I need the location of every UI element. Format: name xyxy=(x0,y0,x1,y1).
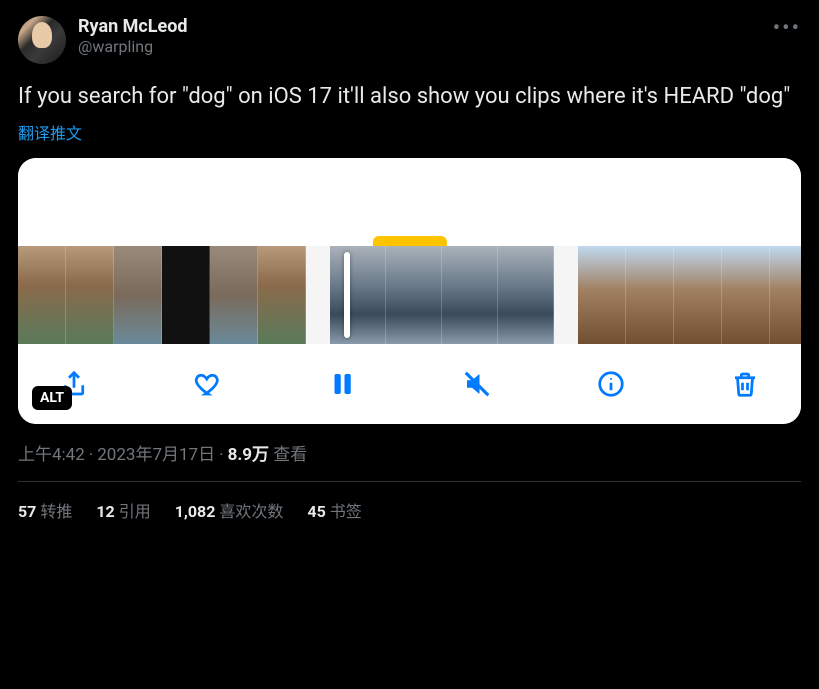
handle: @warpling xyxy=(78,37,188,56)
thumbnail[interactable] xyxy=(386,246,442,344)
media-spacer xyxy=(18,158,801,246)
heart-icon[interactable] xyxy=(190,366,226,402)
trash-icon[interactable] xyxy=(727,366,763,402)
thumbnail[interactable] xyxy=(66,246,114,344)
avatar[interactable] xyxy=(18,16,66,64)
thumbnail[interactable] xyxy=(210,246,258,344)
clip-group xyxy=(330,246,554,344)
mute-icon[interactable] xyxy=(459,366,495,402)
tweet-time[interactable]: 上午4:42 xyxy=(18,445,85,465)
alt-badge[interactable]: ALT xyxy=(32,386,72,410)
stat-quotes[interactable]: 12引用 xyxy=(96,498,150,522)
translate-link[interactable]: 翻译推文 xyxy=(18,120,82,144)
thumbnail[interactable] xyxy=(330,246,386,344)
views-count: 8.9万 xyxy=(228,445,269,465)
thumbnail[interactable] xyxy=(162,246,210,344)
stat-retweets[interactable]: 57转推 xyxy=(18,498,72,522)
thumbnail[interactable] xyxy=(18,246,66,344)
info-icon[interactable] xyxy=(593,366,629,402)
thumbnail[interactable] xyxy=(674,246,722,344)
video-timeline[interactable] xyxy=(18,246,801,344)
views-label: 查看 xyxy=(273,445,307,465)
pause-icon[interactable] xyxy=(324,366,360,402)
thumbnail[interactable] xyxy=(498,246,554,344)
media-toolbar xyxy=(18,344,801,424)
clip-group xyxy=(18,246,306,344)
thumbnail[interactable] xyxy=(442,246,498,344)
more-icon[interactable]: ••• xyxy=(773,16,801,41)
tweet-meta: 上午4:42·2023年7月17日·8.9万 查看 xyxy=(18,440,801,465)
clip-group xyxy=(578,246,801,344)
display-name: Ryan McLeod xyxy=(78,16,188,37)
tweet-text: If you search for "dog" on iOS 17 it'll … xyxy=(18,82,801,112)
thumbnail[interactable] xyxy=(626,246,674,344)
stats-row: 57转推 12引用 1,082喜欢次数 45书签 xyxy=(18,482,801,522)
author-block[interactable]: Ryan McLeod @warpling xyxy=(78,16,188,56)
thumbnail[interactable] xyxy=(770,246,801,344)
stat-bookmarks[interactable]: 45书签 xyxy=(307,498,361,522)
media-card[interactable]: "dog" xyxy=(18,158,801,424)
tweet-header: Ryan McLeod @warpling ••• xyxy=(18,16,801,64)
thumbnail[interactable] xyxy=(578,246,626,344)
stat-likes[interactable]: 1,082喜欢次数 xyxy=(175,498,284,522)
thumbnail[interactable] xyxy=(258,246,306,344)
tweet-container: Ryan McLeod @warpling ••• If you search … xyxy=(0,0,819,522)
playhead[interactable] xyxy=(344,252,350,338)
thumbnail[interactable] xyxy=(114,246,162,344)
thumbnail[interactable] xyxy=(722,246,770,344)
tweet-date[interactable]: 2023年7月17日 xyxy=(97,445,215,465)
